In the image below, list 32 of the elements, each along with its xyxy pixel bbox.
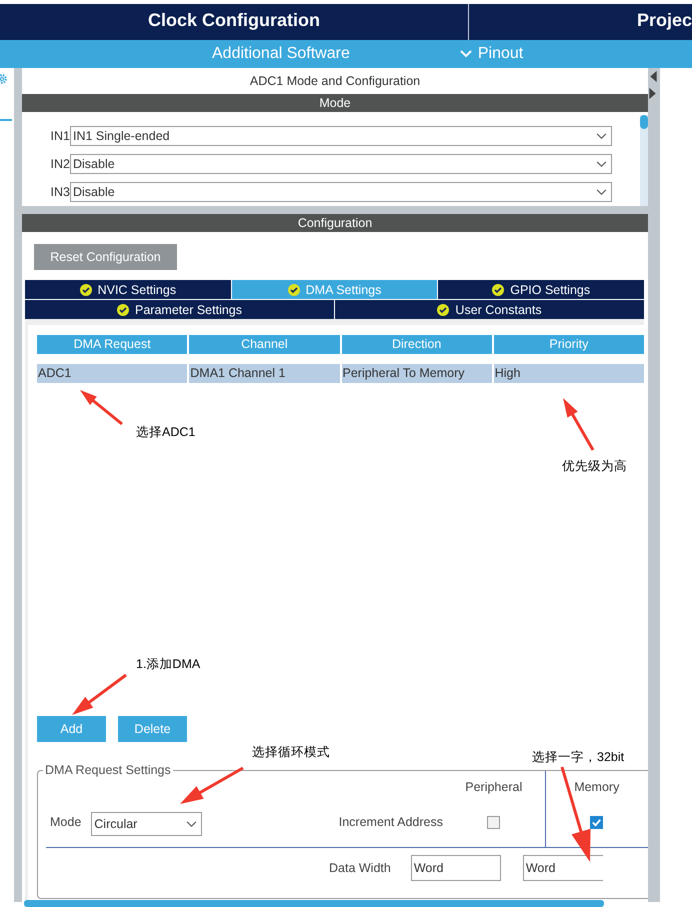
- settings-tab[interactable]: NVIC Settings: [25, 280, 231, 299]
- annotation-text: 1.添加DMA: [136, 656, 200, 673]
- settings-tab[interactable]: GPIO Settings: [438, 280, 644, 299]
- annotation-text: 优先级为高: [562, 458, 627, 475]
- panel-title: ADC1 Mode and Configuration: [248, 73, 422, 90]
- data-width-select[interactable]: Word: [410, 855, 501, 881]
- data-width-label: Data Width: [329, 861, 391, 875]
- channel-select[interactable]: Disable: [70, 182, 612, 202]
- channel-label: IN2: [50, 157, 70, 171]
- table-cell[interactable]: Peripheral To Memory: [342, 364, 492, 383]
- table-cell[interactable]: ADC1: [37, 364, 188, 383]
- table-cell[interactable]: High: [494, 364, 644, 383]
- table-cell[interactable]: DMA1 Channel 1: [189, 364, 340, 383]
- channel-label: IN1: [50, 129, 70, 143]
- annotation-text: 选择一字，32bit: [532, 749, 624, 766]
- mode-header: Mode: [22, 94, 648, 112]
- top-tab[interactable]: Projec: [468, 4, 692, 40]
- column-label: Peripheral: [465, 780, 522, 794]
- configuration-header: Configuration: [22, 214, 648, 232]
- increment-address-label: Increment Address: [338, 815, 443, 829]
- mode-label: Mode: [50, 815, 82, 829]
- settings-tab[interactable]: Parameter Settings: [25, 300, 334, 319]
- group-title: DMA Request Settings: [43, 763, 173, 777]
- column-label: Memory: [574, 780, 620, 794]
- channel-label: IN3: [50, 185, 70, 199]
- channel-select[interactable]: Disable: [70, 154, 612, 174]
- settings-tab[interactable]: User Constants: [335, 300, 644, 319]
- annotation-text: 选择ADC1: [136, 424, 196, 441]
- annotation-text: 选择循环模式: [252, 744, 330, 761]
- data-width-select[interactable]: Word: [522, 855, 603, 881]
- channel-select[interactable]: IN1 Single-ended: [70, 126, 612, 146]
- mode-select[interactable]: Circular: [91, 812, 202, 836]
